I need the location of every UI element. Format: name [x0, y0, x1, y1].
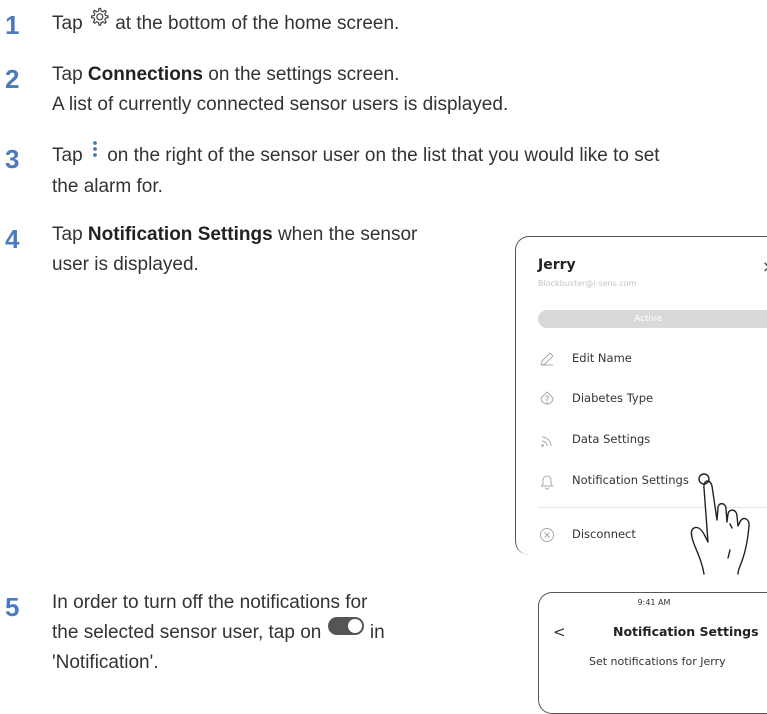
phone-mockup-notification-settings: 9:41 AM < Notification Settings Set noti…: [538, 592, 767, 714]
back-icon[interactable]: <: [553, 623, 566, 641]
step-number: 4: [5, 224, 20, 254]
step-text: Tap at the bottom of the home screen.: [52, 6, 400, 40]
page-title: Notification Settings: [613, 624, 759, 639]
step-text: In order to turn off the notifications f…: [52, 588, 385, 678]
step-text-line2-pre: the selected sensor user, tap on: [52, 622, 322, 644]
hand-pointer-icon: [690, 473, 750, 575]
step-number: 2: [5, 64, 20, 94]
step-text-pre: Tap: [52, 224, 83, 245]
step-text-line2: A list of currently connected sensor use…: [52, 94, 509, 115]
status-badge: Active: [538, 310, 767, 328]
signal-icon: [538, 431, 556, 449]
step-text: Tap on the right of the sensor user on t…: [52, 140, 660, 202]
step-text-line2: user is displayed.: [52, 254, 199, 275]
menu-item-label: Data Settings: [572, 432, 651, 446]
step-text-post: on the right of the sensor user on the l…: [107, 145, 660, 167]
menu-item-notification-settings[interactable]: Notification Settings: [538, 469, 689, 491]
menu-item-edit-name[interactable]: Edit Name: [538, 347, 632, 369]
gear-icon: [88, 6, 110, 38]
bell-icon: [538, 472, 556, 490]
menu-item-disconnect[interactable]: Disconnect: [538, 523, 636, 545]
drop-icon: [538, 390, 556, 408]
status-bar-time: 9:41 AM: [637, 598, 671, 607]
step-number: 5: [5, 592, 20, 622]
menu-item-diabetes-type[interactable]: Diabetes Type: [538, 387, 653, 409]
step-text-pre: Tap: [52, 64, 83, 85]
step-text: Tap Connections on the settings screen. …: [52, 60, 508, 120]
step-number: 3: [5, 144, 20, 174]
step-number: 1: [5, 10, 20, 40]
step-text-post: at the bottom of the home screen.: [115, 13, 400, 35]
step-text-pre: Tap: [52, 145, 83, 167]
step-text-line1: In order to turn off the notifications f…: [52, 592, 368, 613]
menu-item-data-settings[interactable]: Data Settings: [538, 428, 650, 450]
close-icon[interactable]: ×: [762, 257, 767, 276]
menu-item-label: Diabetes Type: [572, 391, 654, 405]
step-text-line2-post: in: [369, 622, 385, 644]
menu-item-label: Disconnect: [572, 527, 636, 541]
user-name: Jerry: [538, 257, 576, 273]
pencil-icon: [538, 350, 556, 368]
step-text-post: when the sensor: [277, 224, 418, 245]
more-vertical-icon: [88, 138, 102, 170]
connections-label: Connections: [87, 64, 203, 85]
menu-item-label: Notification Settings: [572, 473, 689, 487]
toggle-switch-icon: [327, 616, 365, 646]
step-text-line3: 'Notification'.: [52, 652, 159, 674]
user-email: Blockbuster@i-sens.com: [538, 279, 637, 288]
step-text: Tap Notification Settings when the senso…: [52, 220, 417, 280]
step-text-line2: the alarm for.: [52, 176, 163, 197]
notification-settings-label: Notification Settings: [87, 224, 273, 245]
step-text-post: on the settings screen.: [208, 64, 400, 85]
page-subtitle: Set notifications for Jerry: [589, 655, 726, 668]
x-circle-icon: [538, 526, 556, 544]
step-text-pre: Tap: [52, 13, 83, 35]
menu-item-label: Edit Name: [572, 351, 632, 365]
